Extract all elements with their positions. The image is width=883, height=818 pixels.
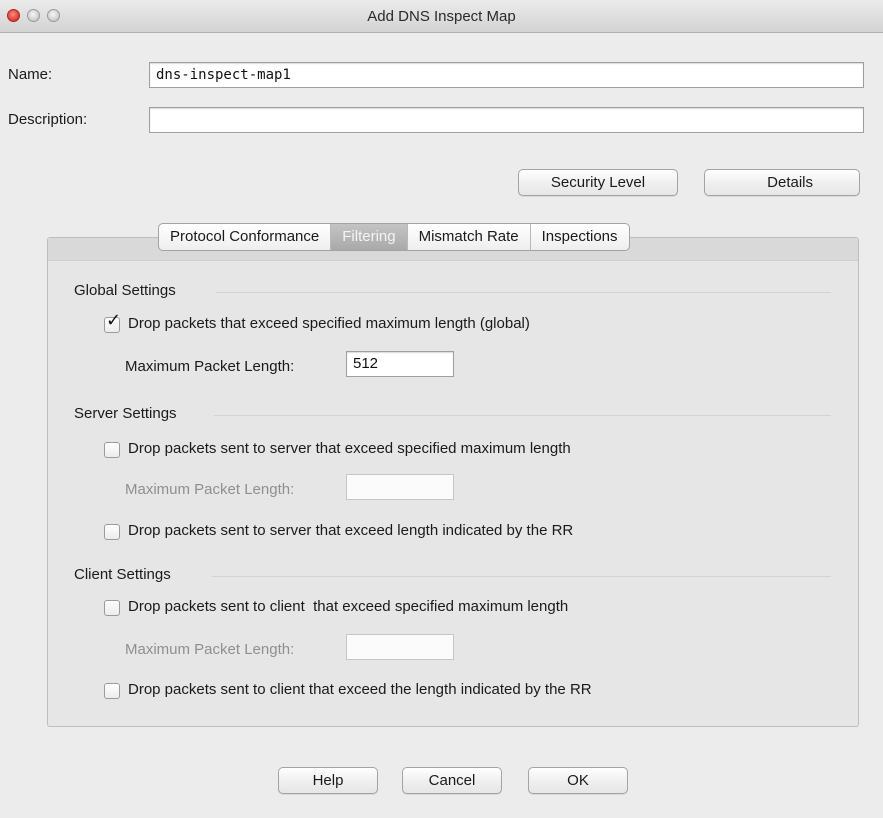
security-level-button[interactable]: Security Level [518, 169, 678, 196]
cancel-button[interactable]: Cancel [402, 767, 502, 794]
server-drop-rr-label: Drop packets sent to server that exceed … [128, 522, 574, 539]
client-settings-heading: Client Settings [74, 566, 171, 583]
global-settings-heading: Global Settings [74, 282, 176, 299]
title-bar: Add DNS Inspect Map [0, 0, 883, 33]
details-button[interactable]: Details [704, 169, 860, 196]
client-max-length-field[interactable] [346, 634, 454, 660]
server-max-length-field[interactable] [346, 474, 454, 500]
tab-protocol-conformance[interactable]: Protocol Conformance [159, 224, 332, 250]
server-drop-label: Drop packets sent to server that exceed … [128, 440, 571, 457]
checkmark-icon: ✓ [106, 310, 122, 331]
server-drop-checkbox[interactable] [104, 442, 120, 458]
client-max-length-label: Maximum Packet Length: [125, 641, 295, 658]
server-settings-separator [214, 415, 831, 416]
name-field[interactable]: dns-inspect-map1 [149, 62, 864, 88]
server-max-length-label: Maximum Packet Length: [125, 481, 295, 498]
ok-button[interactable]: OK [528, 767, 628, 794]
description-field[interactable] [149, 107, 864, 133]
server-settings-heading: Server Settings [74, 405, 177, 422]
tab-filtering[interactable]: Filtering [331, 224, 408, 250]
description-label: Description: [8, 111, 88, 128]
tab-mismatch-rate[interactable]: Mismatch Rate [408, 224, 531, 250]
client-drop-checkbox[interactable] [104, 600, 120, 616]
name-label: Name: [8, 66, 53, 83]
client-drop-rr-checkbox[interactable] [104, 683, 120, 699]
global-max-length-field[interactable]: 512 [346, 351, 454, 377]
tab-inspections[interactable]: Inspections [531, 224, 629, 250]
global-drop-checkbox[interactable]: ✓ [104, 312, 121, 333]
global-drop-label: Drop packets that exceed specified maxim… [128, 315, 530, 332]
client-drop-rr-label: Drop packets sent to client that exceed … [128, 681, 592, 698]
tab-bar: Protocol Conformance Filtering Mismatch … [158, 223, 630, 251]
client-drop-label: Drop packets sent to client that exceed … [128, 598, 569, 615]
window-title: Add DNS Inspect Map [367, 8, 516, 25]
global-max-length-label: Maximum Packet Length: [125, 358, 295, 375]
server-drop-rr-checkbox[interactable] [104, 524, 120, 540]
global-settings-separator [216, 292, 831, 293]
help-button[interactable]: Help [278, 767, 378, 794]
client-settings-separator [212, 576, 831, 577]
